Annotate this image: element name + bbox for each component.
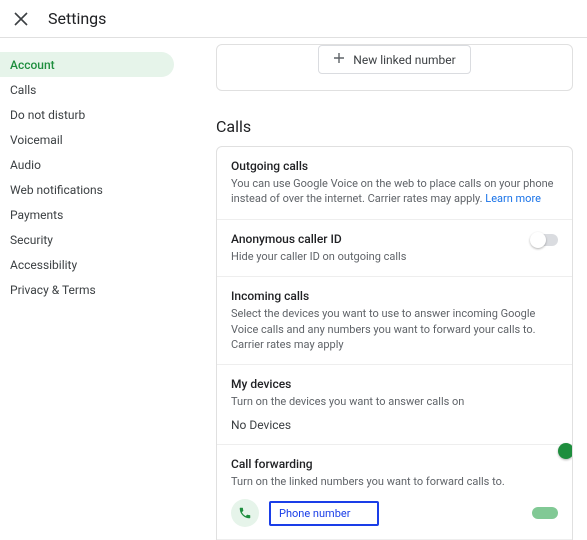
anon-desc: Hide your caller ID on outgoing calls: [231, 249, 558, 264]
anonymous-caller-block: Anonymous caller ID Hide your caller ID …: [217, 220, 572, 277]
sidebar-item-security[interactable]: Security: [0, 227, 174, 252]
sidebar-item-dnd[interactable]: Do not disturb: [0, 102, 174, 127]
sidebar: Account Calls Do not disturb Voicemail A…: [0, 38, 180, 540]
close-icon[interactable]: [12, 10, 30, 28]
sidebar-item-label: Privacy & Terms: [10, 283, 96, 297]
calls-card: Outgoing calls You can use Google Voice …: [216, 146, 573, 540]
phone-number-field[interactable]: Phone number: [269, 501, 379, 526]
incoming-calls-block: Incoming calls Select the devices you wa…: [217, 277, 572, 365]
sidebar-item-label: Web notifications: [10, 183, 103, 197]
outgoing-calls-block: Outgoing calls You can use Google Voice …: [217, 147, 572, 220]
sidebar-item-label: Accessibility: [10, 258, 77, 272]
learn-more-link[interactable]: Learn more: [485, 192, 541, 205]
sidebar-item-label: Do not disturb: [10, 108, 85, 122]
outgoing-title: Outgoing calls: [231, 159, 558, 173]
sidebar-item-label: Voicemail: [10, 133, 63, 147]
calls-section-title: Calls: [216, 117, 573, 136]
anon-title: Anonymous caller ID: [231, 232, 558, 246]
sidebar-item-calls[interactable]: Calls: [0, 77, 174, 102]
devices-title: My devices: [231, 377, 558, 391]
new-linked-number-button[interactable]: New linked number: [318, 45, 470, 74]
linked-numbers-card: New linked number: [216, 44, 573, 91]
phone-icon: [231, 499, 259, 527]
forwarding-title: Call forwarding: [231, 457, 558, 471]
forwarding-desc: Turn on the linked numbers you want to f…: [231, 474, 558, 489]
sidebar-item-label: Account: [10, 58, 55, 72]
call-forwarding-block: Call forwarding Turn on the linked numbe…: [217, 445, 572, 540]
sidebar-item-accessibility[interactable]: Accessibility: [0, 252, 174, 277]
forwarding-toggle[interactable]: [532, 507, 558, 519]
sidebar-item-payments[interactable]: Payments: [0, 202, 174, 227]
header: Settings: [0, 0, 587, 38]
outgoing-desc: You can use Google Voice on the web to p…: [231, 176, 558, 207]
sidebar-item-webnotif[interactable]: Web notifications: [0, 177, 174, 202]
sidebar-item-label: Audio: [10, 158, 41, 172]
sidebar-item-label: Payments: [10, 208, 63, 222]
sidebar-item-privacy[interactable]: Privacy & Terms: [0, 277, 174, 302]
sidebar-item-account[interactable]: Account: [0, 52, 174, 77]
sidebar-item-voicemail[interactable]: Voicemail: [0, 127, 174, 152]
new-linked-label: New linked number: [353, 53, 455, 67]
main-content: New linked number Calls Outgoing calls Y…: [180, 38, 587, 540]
incoming-desc: Select the devices you want to use to an…: [231, 306, 558, 352]
sidebar-item-label: Calls: [10, 83, 36, 97]
plus-icon: [333, 52, 345, 67]
my-devices-block: My devices Turn on the devices you want …: [217, 365, 572, 444]
devices-desc: Turn on the devices you want to answer c…: [231, 394, 558, 409]
sidebar-item-audio[interactable]: Audio: [0, 152, 174, 177]
devices-value: No Devices: [231, 418, 558, 432]
sidebar-item-label: Security: [10, 233, 53, 247]
incoming-title: Incoming calls: [231, 289, 558, 303]
page-title: Settings: [48, 9, 106, 28]
anon-toggle[interactable]: [532, 234, 558, 246]
